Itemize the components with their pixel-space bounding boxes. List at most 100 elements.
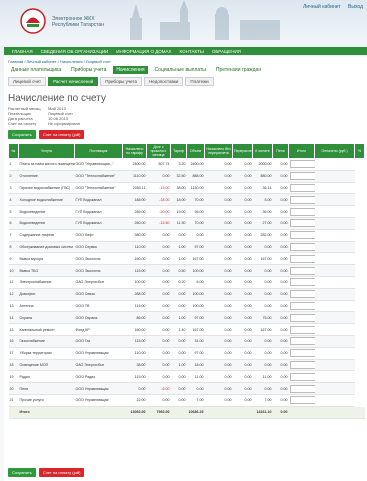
table-cell: 0.00 [204, 288, 233, 301]
percent-cell [314, 382, 355, 395]
site-name: Электронное ЖКХ Республики Татарстан [52, 16, 104, 28]
table-row: 19 Радио ООО Радио 115.00 0.00 0.00 11.00 0.00 0… [8, 370, 365, 384]
table-cell: 0.00 [146, 170, 171, 183]
payment-input[interactable]: 0.00 [289, 360, 315, 369]
total-cell [232, 406, 253, 419]
percent-cell [314, 193, 355, 207]
breadcrumb[interactable]: Главная / Личный кабинет / Начисления / … [4, 56, 367, 64]
payment-input[interactable]: 0.00 [289, 266, 315, 275]
charges-table: № Услуга Поставщик Начислено по тарифу Долг … [8, 143, 365, 419]
column-header: Объем [186, 143, 205, 159]
payment-input[interactable]: 0.00 [289, 337, 315, 346]
payment-input[interactable]: 0.00 [289, 349, 315, 358]
table-row: 4 Холодное водоснабжение ГУП Водоканал 188.… [8, 193, 365, 207]
table-cell: 21 [8, 394, 19, 407]
table-cell: 0.00 [272, 359, 289, 372]
payment-input[interactable]: 0.00 [289, 242, 315, 251]
table-cell: Фонд КР [74, 323, 123, 336]
payment-input[interactable]: 0.00 [289, 254, 315, 263]
payment-input[interactable]: 0.00 [289, 231, 315, 240]
table-cell: ООО Связь [74, 288, 123, 301]
nav-item-houses[interactable]: ИНФОРМАЦИЯ О ДОМАХ [116, 49, 171, 54]
payment-input[interactable]: 0.00 [289, 207, 315, 216]
payment-input[interactable]: 0.00 [289, 372, 315, 381]
tab-payer-data[interactable]: Данные плательщика [8, 66, 64, 74]
nav-item-organization[interactable]: СВЕДЕНИЯ ОБ ОРГАНИЗАЦИИ [41, 49, 109, 54]
nav-item-home[interactable]: ГЛАВНАЯ [12, 49, 33, 54]
payment-input[interactable]: 0.00 [289, 195, 315, 204]
percent-cell [314, 300, 355, 313]
payment-cell: 0.00 [288, 335, 315, 348]
percent-cell [314, 182, 355, 195]
subtab-account[interactable]: Лицевой счет [8, 77, 47, 86]
payment-input[interactable]: 0.00 [289, 219, 315, 228]
payment-cell: 0.00 [288, 382, 315, 395]
subtab-payments[interactable]: Платежи [185, 77, 214, 86]
table-cell: 70.00 [186, 217, 205, 230]
table-cell: 1.00 [170, 241, 187, 254]
payment-input[interactable]: 0.00 [289, 301, 315, 310]
table-cell: ООО "Управляющая..." [74, 158, 123, 171]
tab-social-payments[interactable]: Социальные выплаты [152, 66, 209, 74]
table-cell: Освещение МОП [18, 359, 75, 372]
subtab-meters[interactable]: Приборы учета [100, 77, 143, 86]
print-invoice-button[interactable]: Счет на оплату (pdf) [38, 130, 85, 139]
payment-input[interactable]: 0.00 [289, 290, 315, 299]
tab-charges[interactable]: Начисления [113, 66, 148, 74]
table-cell: 0.00 [232, 170, 253, 183]
total-cell: Итого [18, 406, 123, 419]
save-button-bottom[interactable]: Сохранить [8, 468, 36, 477]
table-cell: 19.00 [170, 205, 187, 218]
table-cell: 0.00 [170, 229, 187, 242]
table-cell: 0.00 [146, 311, 171, 325]
payment-input[interactable]: 0.00 [289, 160, 315, 169]
table-cell: 11 [8, 276, 19, 289]
percent-cell [314, 359, 355, 372]
payment-input[interactable]: 0.00 [289, 396, 315, 405]
table-cell: ООО Газ [74, 335, 123, 348]
nav-item-appeals[interactable]: ОБРАЩЕНИЯ [212, 49, 241, 54]
payment-input[interactable]: 0.00 [289, 325, 315, 334]
payment-cell: 0.00 [288, 241, 315, 254]
table-cell: ООО Охрана [74, 311, 123, 325]
percent-cell [314, 323, 355, 336]
column-header: Итого [288, 143, 315, 159]
table-cell: ООО Управляющая [74, 347, 123, 360]
table-cell: Горячее водоснабжение (ГВС) [18, 182, 75, 195]
tab-meters[interactable]: Приборы учета [68, 66, 109, 74]
subtab-shortages[interactable]: Недопоставки [144, 77, 184, 86]
table-cell: ООО ТВ [74, 300, 123, 313]
tab-claims[interactable]: Претензии граждан [213, 66, 264, 74]
nav-item-contacts[interactable]: КОНТАКТЫ [180, 49, 204, 54]
table-cell: 0.00 [170, 394, 187, 407]
table-cell: 167.00 [186, 252, 205, 266]
payment-input[interactable]: 0.00 [289, 172, 315, 181]
table-cell: 0.00 [146, 347, 171, 360]
table-cell: 260.00 [122, 217, 147, 230]
payment-input[interactable]: 0.00 [289, 313, 315, 322]
subtab-calculation[interactable]: Расчет начислений [48, 77, 99, 86]
table-cell: -20.00 [146, 205, 171, 218]
table-cell: 97.00 [186, 241, 205, 254]
republic-emblem-logo[interactable] [20, 8, 46, 34]
user-cabinet-link[interactable]: Личный кабинет [303, 4, 341, 10]
table-cell: 10 [8, 264, 19, 277]
table-row: 15 Капитальный ремонт Фонд КР 160.00 0.00 1.4… [8, 323, 365, 336]
table-cell: 0.00 [272, 335, 289, 348]
table-cell: 2400.00 [186, 158, 205, 171]
table-cell: 7 [8, 229, 19, 242]
table-cell: 2000.00 [252, 158, 273, 171]
print-invoice-button-bottom[interactable]: Счет на оплату (pdf) [38, 468, 85, 477]
table-cell: 97.00 [186, 311, 205, 325]
table-cell: 288.00 [122, 288, 147, 301]
payment-input[interactable]: 0.00 [289, 278, 315, 287]
column-header: Перерасчет [232, 143, 253, 159]
save-button[interactable]: Сохранить [8, 130, 36, 139]
column-header: % [354, 143, 365, 159]
table-cell: 0.00 [232, 158, 253, 171]
payment-input[interactable]: 0.00 [289, 384, 315, 393]
payment-input[interactable]: 0.00 [289, 183, 315, 192]
table-cell: 19 [8, 370, 19, 384]
exit-link[interactable]: Выход [348, 4, 363, 10]
table-cell: Антенна [18, 300, 75, 313]
